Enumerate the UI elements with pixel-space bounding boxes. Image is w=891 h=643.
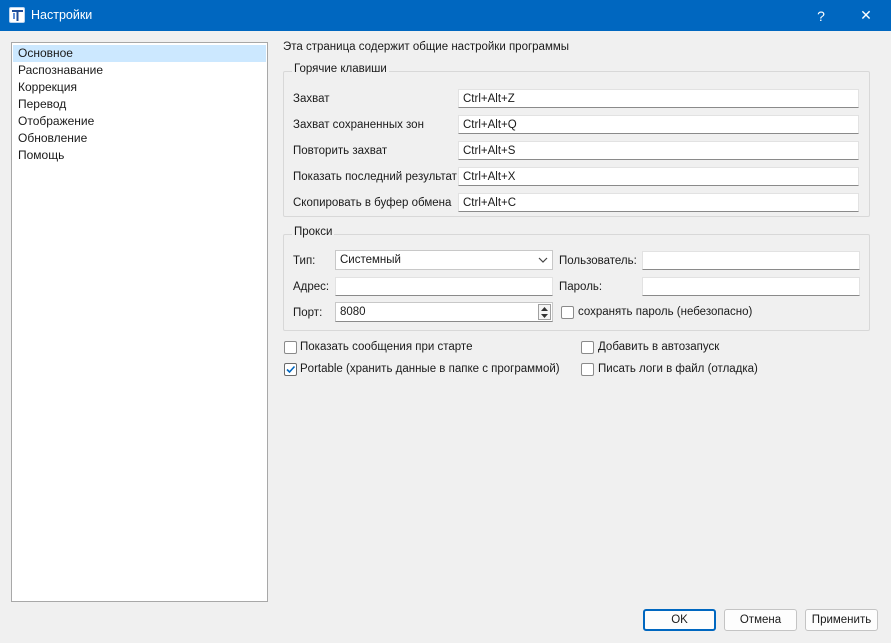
- hotkey-label-capture: Захват: [293, 93, 330, 105]
- hotkey-field-show-last-result[interactable]: Ctrl+Alt+X: [458, 167, 859, 186]
- autostart-label: Добавить в автозапуск: [598, 341, 720, 353]
- title-bar: Настройки ? ✕: [0, 0, 891, 31]
- hotkey-field-copy-to-clipboard[interactable]: Ctrl+Alt+C: [458, 193, 859, 212]
- proxy-password-label: Пароль:: [559, 281, 603, 293]
- portable-checkbox[interactable]: [284, 363, 297, 376]
- checkmark-icon: [286, 365, 296, 374]
- hotkeys-group: Горячие клавиши Захват Ctrl+Alt+Z Захват…: [283, 63, 870, 217]
- close-button[interactable]: ✕: [843, 0, 889, 31]
- window-title: Настройки: [31, 8, 93, 22]
- hotkey-label-capture-saved-zones: Захват сохраненных зон: [293, 119, 424, 131]
- proxy-type-label: Тип:: [293, 255, 316, 267]
- spin-up-icon[interactable]: [539, 305, 550, 312]
- spin-down-icon[interactable]: [539, 312, 550, 319]
- page-description: Эта страница содержит общие настройки пр…: [283, 41, 570, 53]
- save-password-checkbox[interactable]: [561, 306, 574, 319]
- proxy-user-field[interactable]: [642, 251, 860, 270]
- hotkey-label-repeat-capture: Повторить захват: [293, 145, 388, 157]
- proxy-group-title: Прокси: [292, 226, 335, 238]
- proxy-password-field[interactable]: [642, 277, 860, 296]
- nav-item-recognition[interactable]: Распознавание: [13, 62, 266, 79]
- portable-label: Portable (хранить данные в папке с прогр…: [300, 363, 560, 375]
- write-logs-label: Писать логи в файл (отладка): [598, 363, 758, 375]
- nav-item-update[interactable]: Обновление: [13, 130, 266, 147]
- proxy-group: Прокси Тип: Системный Пользователь: Адре…: [283, 226, 870, 331]
- show-messages-checkbox[interactable]: [284, 341, 297, 354]
- hotkey-label-show-last-result: Показать последний результат: [293, 171, 457, 183]
- help-button[interactable]: ?: [798, 0, 844, 31]
- nav-item-translation[interactable]: Перевод: [13, 96, 266, 113]
- ok-button[interactable]: OK: [643, 609, 716, 631]
- autostart-checkbox[interactable]: [581, 341, 594, 354]
- show-messages-label: Показать сообщения при старте: [300, 341, 473, 353]
- proxy-port-label: Порт:: [293, 307, 323, 319]
- hotkey-field-capture[interactable]: Ctrl+Alt+Z: [458, 89, 859, 108]
- chevron-down-icon: [537, 253, 549, 267]
- proxy-port-spinbox[interactable]: 8080: [335, 302, 553, 322]
- proxy-port-value: 8080: [340, 306, 366, 318]
- nav-item-general[interactable]: Основное: [13, 45, 266, 62]
- proxy-address-field[interactable]: [335, 277, 553, 296]
- nav-item-display[interactable]: Отображение: [13, 113, 266, 130]
- hotkey-field-repeat-capture[interactable]: Ctrl+Alt+S: [458, 141, 859, 160]
- settings-nav-list[interactable]: Основное Распознавание Коррекция Перевод…: [11, 42, 268, 602]
- proxy-address-label: Адрес:: [293, 281, 330, 293]
- write-logs-checkbox[interactable]: [581, 363, 594, 376]
- save-password-label: сохранять пароль (небезопасно): [578, 306, 753, 318]
- nav-item-help[interactable]: Помощь: [13, 147, 266, 164]
- nav-item-correction[interactable]: Коррекция: [13, 79, 266, 96]
- hotkeys-group-title: Горячие клавиши: [292, 63, 389, 75]
- proxy-type-value: Системный: [340, 254, 401, 266]
- hotkey-label-copy-to-clipboard: Скопировать в буфер обмена: [293, 197, 452, 209]
- proxy-type-select[interactable]: Системный: [335, 250, 553, 270]
- proxy-user-label: Пользователь:: [559, 255, 637, 267]
- cancel-button[interactable]: Отмена: [724, 609, 797, 631]
- port-spin-buttons[interactable]: [538, 304, 551, 320]
- hotkey-field-capture-saved-zones[interactable]: Ctrl+Alt+Q: [458, 115, 859, 134]
- apply-button[interactable]: Применить: [805, 609, 878, 631]
- app-icon: [9, 7, 25, 23]
